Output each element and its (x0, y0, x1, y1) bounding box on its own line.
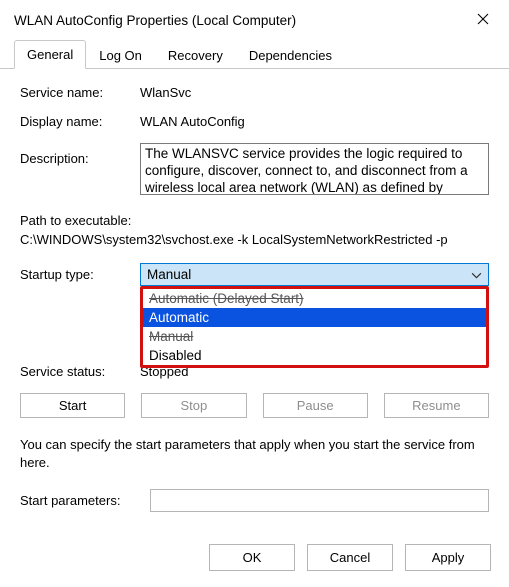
display-name-row: Display name: WLAN AutoConfig (20, 114, 489, 129)
startup-type-selected: Manual (147, 267, 191, 282)
path-section: Path to executable: C:\WINDOWS\system32\… (20, 213, 489, 247)
dialog-footer: OK Cancel Apply (0, 534, 509, 587)
startup-type-combo-wrap: Manual Automatic (Delayed Start) Automat… (140, 263, 489, 286)
tab-recovery[interactable]: Recovery (155, 41, 236, 69)
tabstrip: General Log On Recovery Dependencies (0, 39, 509, 69)
cancel-button[interactable]: Cancel (307, 544, 393, 571)
start-parameters-row: Start parameters: (20, 489, 489, 512)
pause-button: Pause (263, 393, 368, 418)
startup-type-row: Startup type: Manual Automatic (Delayed … (20, 263, 489, 286)
description-text: The WLANSVC service provides the logic r… (145, 146, 468, 195)
start-button[interactable]: Start (20, 393, 125, 418)
tab-log-on[interactable]: Log On (86, 41, 155, 69)
apply-button[interactable]: Apply (405, 544, 491, 571)
start-params-help-text: You can specify the start parameters tha… (20, 436, 489, 471)
display-name-label: Display name: (20, 114, 140, 129)
description-label: Description: (20, 143, 140, 166)
service-name-row: Service name: WlanSvc (20, 85, 489, 100)
path-value: C:\WINDOWS\system32\svchost.exe -k Local… (20, 232, 489, 247)
dropdown-item-manual[interactable]: Manual (143, 327, 486, 346)
chevron-down-icon (471, 267, 482, 282)
dropdown-item-automatic[interactable]: Automatic (143, 308, 486, 327)
startup-type-combobox[interactable]: Manual (140, 263, 489, 286)
general-tab-content: Service name: WlanSvc Display name: WLAN… (0, 69, 509, 534)
close-button[interactable] (471, 10, 495, 31)
close-icon (477, 13, 489, 25)
titlebar: WLAN AutoConfig Properties (Local Comput… (0, 0, 509, 39)
dropdown-item-auto-delayed[interactable]: Automatic (Delayed Start) (143, 289, 486, 308)
tab-dependencies[interactable]: Dependencies (236, 41, 345, 69)
service-status-label: Service status: (20, 364, 140, 379)
start-parameters-label: Start parameters: (20, 493, 150, 508)
description-row: Description: The WLANSVC service provide… (20, 143, 489, 195)
display-name-value: WLAN AutoConfig (140, 114, 489, 129)
startup-type-label: Startup type: (20, 267, 140, 282)
service-control-buttons: Start Stop Pause Resume (20, 393, 489, 418)
service-properties-dialog: WLAN AutoConfig Properties (Local Comput… (0, 0, 509, 587)
path-label: Path to executable: (20, 213, 489, 228)
description-textbox[interactable]: The WLANSVC service provides the logic r… (140, 143, 489, 195)
startup-type-dropdown: Automatic (Delayed Start) Automatic Manu… (140, 286, 489, 368)
ok-button[interactable]: OK (209, 544, 295, 571)
stop-button: Stop (141, 393, 246, 418)
start-parameters-input[interactable] (150, 489, 489, 512)
service-name-value: WlanSvc (140, 85, 489, 100)
resume-button: Resume (384, 393, 489, 418)
tab-general[interactable]: General (14, 40, 86, 69)
dropdown-item-disabled[interactable]: Disabled (143, 346, 486, 365)
window-title: WLAN AutoConfig Properties (Local Comput… (14, 13, 296, 28)
service-name-label: Service name: (20, 85, 140, 100)
